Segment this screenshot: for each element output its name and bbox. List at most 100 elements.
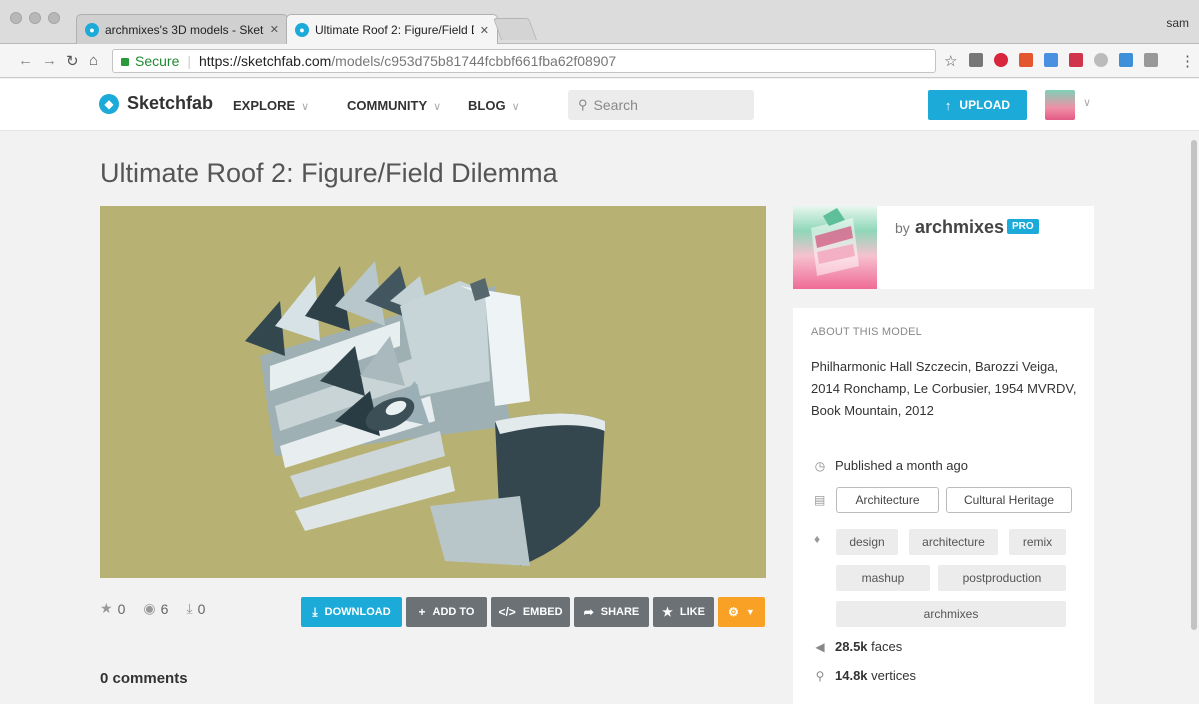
downloads-value: 0 — [197, 600, 206, 617]
plus-icon: + — [418, 605, 426, 619]
site-header: ◆ Sketchfab EXPLORE ∨ COMMUNITY ∨ BLOG ∨ ⚲ … — [0, 79, 1199, 131]
extension-google-icon[interactable] — [1019, 53, 1033, 67]
star-icon: ★ — [100, 600, 113, 616]
like-button[interactable]: ★ LIKE — [653, 597, 714, 627]
extension-photo-icon[interactable] — [1119, 53, 1133, 67]
faces-row: ◀ 28.5k faces — [811, 639, 902, 654]
window-zoom-button[interactable] — [48, 12, 60, 24]
about-card: ABOUT THIS MODEL Philharmonic Hall Szcze… — [793, 308, 1094, 704]
views-value: 6 — [160, 600, 169, 617]
extension-docs-icon[interactable] — [1044, 53, 1058, 67]
tag-archmixes[interactable]: archmixes — [836, 601, 1066, 627]
extension-bars-icon[interactable] — [1069, 53, 1083, 67]
sketchfab-favicon-icon: ● — [85, 22, 99, 37]
faces-value: 28.5k — [835, 639, 868, 654]
thumbnail-render — [811, 208, 859, 276]
author-by-label: by — [895, 220, 910, 236]
add-to-label: ADD TO — [432, 606, 475, 618]
tab-label: Ultimate Roof 2: Figure/Field D — [315, 23, 474, 37]
tag-design[interactable]: design — [836, 529, 898, 555]
tag-remix[interactable]: remix — [1009, 529, 1066, 555]
caret-down-icon: ▼ — [745, 607, 755, 617]
comments-heading: 0 comments — [100, 670, 188, 687]
author-thumbnail[interactable] — [793, 206, 877, 289]
tag-postproduction[interactable]: postproduction — [938, 565, 1066, 591]
likes-count: ★ 0 — [100, 600, 125, 617]
download-label: DOWNLOAD — [324, 606, 391, 618]
vertex-icon: ⚲ — [815, 668, 825, 683]
category-cultural-heritage[interactable]: Cultural Heritage — [946, 487, 1072, 513]
search-placeholder: Search — [593, 97, 638, 113]
downloads-count: ⤓ 0 — [186, 600, 205, 617]
author-card: by archmixes PRO — [793, 206, 1094, 289]
search-input[interactable]: ⚲ Search — [568, 90, 754, 120]
tag-architecture[interactable]: architecture — [909, 529, 998, 555]
scrollbar-thumb[interactable] — [1191, 140, 1197, 630]
views-count: ◉ 6 — [143, 600, 168, 617]
model-stats: ★ 0 ◉ 6 ⤓ 0 — [100, 600, 205, 617]
tag-mashup[interactable]: mashup — [836, 565, 930, 591]
star-icon: ★ — [662, 605, 673, 619]
nav-explore[interactable]: EXPLORE ∨ — [233, 98, 309, 113]
extension-camera-icon[interactable] — [1144, 53, 1158, 67]
window-minimize-button[interactable] — [29, 12, 41, 24]
nav-label: EXPLORE — [233, 98, 296, 113]
tab-close-icon[interactable]: ✕ — [270, 23, 279, 36]
logo-wordmark: Sketchfab — [127, 93, 214, 113]
vertices-label: vertices — [871, 668, 916, 683]
add-to-button[interactable]: + ADD TO — [406, 597, 487, 627]
code-icon: </> — [498, 605, 516, 619]
embed-label: EMBED — [522, 606, 563, 618]
download-icon: ⤓ — [312, 604, 318, 619]
forward-arrow-icon[interactable]: → — [42, 52, 57, 69]
pro-badge: PRO — [1007, 219, 1039, 234]
settings-dropdown-button[interactable]: ⚙ ▼ — [718, 597, 765, 627]
reload-icon[interactable]: ↻ — [66, 52, 79, 70]
upload-button[interactable]: ↑ UPLOAD — [928, 90, 1027, 120]
extension-reader-icon[interactable] — [969, 53, 983, 67]
author-name-link[interactable]: archmixes — [915, 217, 1004, 238]
tab-close-icon[interactable]: ✕ — [480, 24, 489, 37]
embed-button[interactable]: </> EMBED — [491, 597, 570, 627]
like-label: LIKE — [679, 606, 705, 618]
sketchfab-logo-icon: ◆ — [99, 93, 119, 114]
secure-label: Secure — [135, 53, 180, 69]
home-icon[interactable]: ⌂ — [89, 52, 98, 69]
site-logo[interactable]: ◆ Sketchfab — [99, 93, 213, 114]
search-icon: ⚲ — [578, 97, 588, 112]
browser-tab-active[interactable]: ● Ultimate Roof 2: Figure/Field D ✕ — [286, 14, 498, 45]
share-button[interactable]: ➦ SHARE — [574, 597, 649, 627]
browser-toolbar: ← → ↻ ⌂ Secure | https://sketchfab.com /… — [0, 44, 1199, 78]
new-tab-button[interactable] — [492, 18, 538, 40]
model-viewer[interactable] — [100, 206, 766, 578]
url-host: https://sketchfab.com — [199, 53, 332, 69]
address-bar[interactable]: Secure | https://sketchfab.com /models/c… — [112, 49, 936, 73]
window-close-button[interactable] — [10, 12, 22, 24]
share-label: SHARE — [600, 606, 640, 618]
browser-tab[interactable]: ● archmixes's 3D models - Sketc ✕ — [76, 14, 288, 44]
back-arrow-icon[interactable]: ← — [18, 52, 33, 69]
category-architecture[interactable]: Architecture — [836, 487, 939, 513]
faces-label: faces — [871, 639, 903, 654]
chevron-down-icon[interactable]: ∨ — [1083, 96, 1091, 109]
extension-pinterest-icon[interactable] — [994, 53, 1008, 67]
share-arrow-icon: ➦ — [583, 605, 594, 619]
avatar[interactable] — [1045, 90, 1075, 120]
vertices-row: ⚲ 14.8k vertices — [811, 668, 916, 683]
eye-icon: ◉ — [143, 600, 156, 616]
nav-blog[interactable]: BLOG ∨ — [468, 98, 520, 113]
profile-name[interactable]: sam — [1166, 16, 1189, 30]
address-divider: | — [187, 53, 191, 69]
published-text: Published a month ago — [835, 458, 968, 473]
model-render — [245, 261, 605, 566]
browser-menu-icon[interactable]: ⋮ — [1180, 52, 1195, 70]
url-path: /models/c953d75b81744fcbbf661fba62f08907 — [331, 53, 617, 69]
tab-label: archmixes's 3D models - Sketc — [105, 22, 264, 37]
download-button[interactable]: ⤓ DOWNLOAD — [301, 597, 402, 627]
lock-icon — [121, 58, 129, 66]
extension-cloud-icon[interactable] — [1094, 53, 1108, 67]
chevron-down-icon: ∨ — [301, 101, 310, 113]
vertices-value: 14.8k — [835, 668, 868, 683]
nav-community[interactable]: COMMUNITY ∨ — [347, 98, 441, 113]
bookmark-star-icon[interactable]: ☆ — [944, 52, 957, 70]
